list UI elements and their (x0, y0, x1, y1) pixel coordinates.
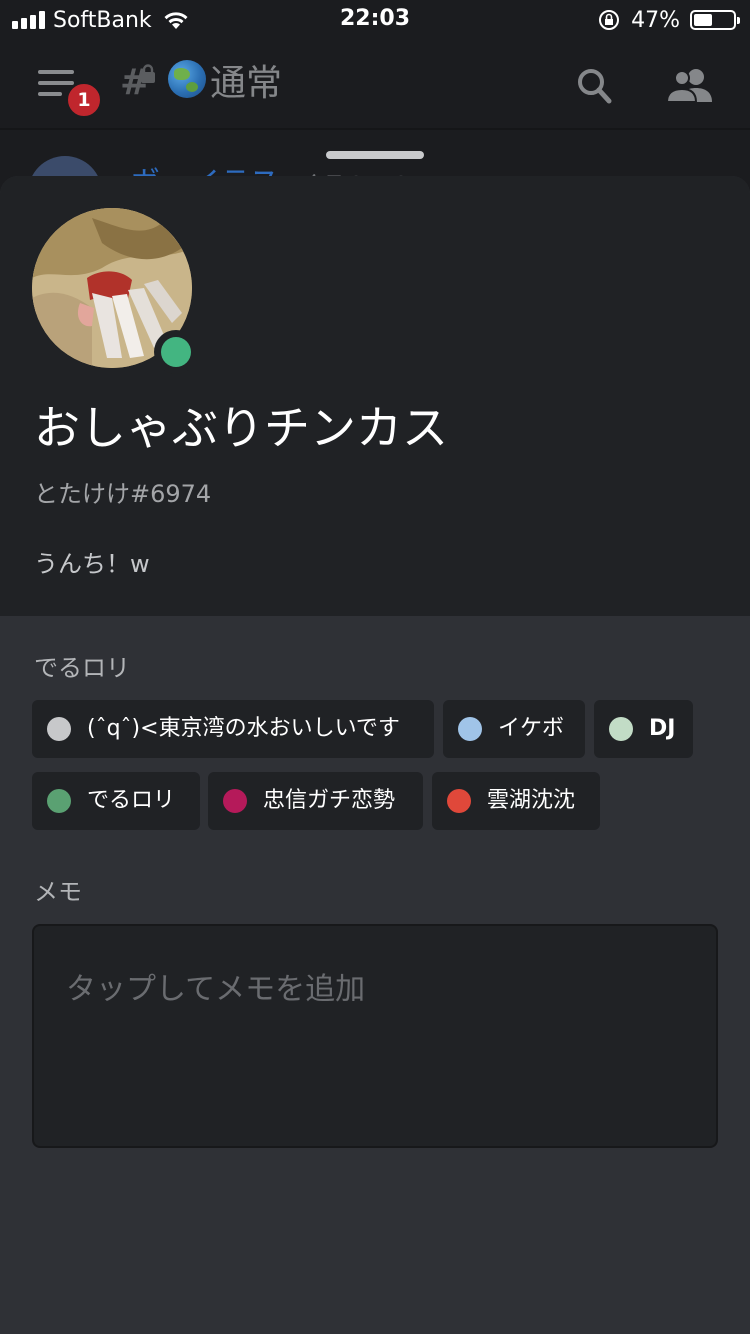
lock-icon (141, 64, 155, 83)
rotation-lock-icon (599, 10, 620, 30)
role-label: イケボ (498, 716, 565, 741)
sheet-grabber[interactable] (326, 151, 424, 159)
role-chip[interactable]: (ˆqˆ)<東京湾の水おいしいです (32, 700, 434, 758)
avatar-container (32, 208, 198, 374)
role-color-dot (47, 789, 71, 813)
globe-icon (168, 60, 206, 98)
role-label: 忠信ガチ恋勢 (263, 788, 396, 813)
role-chip[interactable]: DJ (594, 700, 693, 758)
battery-percent: 47% (631, 7, 680, 33)
role-chip[interactable]: でるロリ (32, 772, 200, 830)
status-right: 47% (597, 0, 740, 40)
about-me: うんち！w (34, 550, 150, 578)
role-label: DJ (649, 716, 676, 741)
status-bar: SoftBank 22:03 47% (0, 0, 750, 40)
role-label: (ˆqˆ)<東京湾の水おいしいです (87, 716, 400, 741)
role-chip[interactable]: 忠信ガチ恋勢 (208, 772, 423, 830)
user-tag[interactable]: とたけけ#6974 (34, 474, 211, 509)
unread-badge: 1 (66, 82, 102, 118)
profile-sheet: おしゃぶりチンカス とたけけ#6974 うんち！w でるロリ (ˆqˆ)<東京湾… (0, 176, 750, 1334)
memo-input[interactable]: タップしてメモを追加 (32, 924, 718, 1148)
battery-icon (690, 10, 740, 30)
roles-section-label: でるロリ (34, 654, 130, 682)
channel-name[interactable]: 通常 (210, 54, 282, 106)
memo-placeholder: タップしてメモを追加 (66, 972, 366, 1007)
members-icon[interactable] (666, 66, 714, 106)
role-color-dot (609, 717, 633, 741)
screen: SoftBank 22:03 47% 1 # 通常 おしゃぶりチンカス とたけけ… (0, 0, 750, 1334)
role-color-dot (223, 789, 247, 813)
battery-fill (694, 14, 712, 26)
role-chip[interactable]: 雲湖沈沈 (432, 772, 600, 830)
role-chip[interactable]: イケボ (443, 700, 585, 758)
role-color-dot (458, 717, 482, 741)
display-name: おしゃぶりチンカス (34, 401, 448, 455)
role-label: 雲湖沈沈 (487, 788, 576, 813)
role-label: でるロリ (87, 788, 176, 813)
search-icon[interactable] (576, 66, 612, 106)
online-status-indicator (154, 330, 198, 374)
role-color-dot (447, 789, 471, 813)
channel-header: 1 # 通常 (0, 40, 750, 130)
memo-section-label: メモ (34, 878, 82, 906)
role-color-dot (47, 717, 71, 741)
